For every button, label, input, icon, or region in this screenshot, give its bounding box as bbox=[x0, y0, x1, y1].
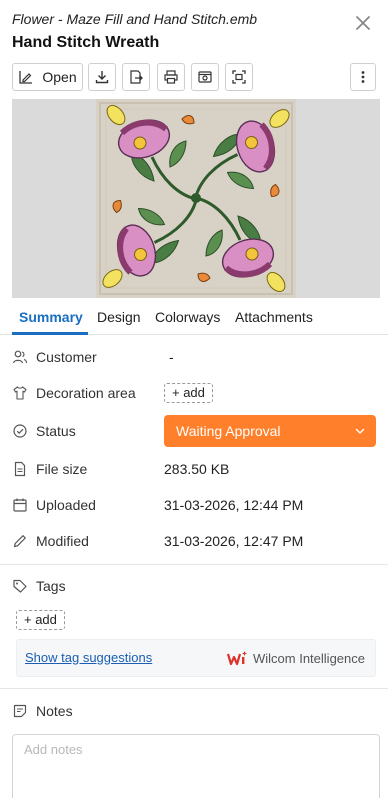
add-tag-button[interactable]: + add bbox=[16, 610, 65, 630]
print-button[interactable] bbox=[157, 63, 185, 91]
more-vertical-icon bbox=[361, 71, 365, 83]
status-check-icon bbox=[13, 424, 27, 438]
tab-bar: Summary Design Colorways Attachments bbox=[0, 299, 388, 335]
wilcom-intelligence-text: Wilcom Intelligence bbox=[253, 650, 365, 666]
download-icon bbox=[95, 71, 109, 84]
status-row: Status Waiting Approval bbox=[12, 415, 376, 447]
preview-icon bbox=[198, 71, 212, 83]
edit-design-icon bbox=[19, 71, 33, 84]
decoration-area-label: Decoration area bbox=[36, 385, 136, 401]
shirt-icon bbox=[13, 386, 27, 400]
customer-row: Customer - bbox=[12, 341, 376, 373]
divider bbox=[0, 564, 388, 565]
uploaded-value: 31-03-2026, 12:44 PM bbox=[164, 497, 304, 513]
customer-value[interactable]: - bbox=[169, 341, 174, 373]
show-tag-suggestions-link[interactable]: Show tag suggestions bbox=[25, 640, 152, 676]
fit-view-button[interactable] bbox=[225, 63, 253, 91]
decoration-area-row: Decoration area + add bbox=[12, 377, 376, 409]
uploaded-label: Uploaded bbox=[36, 497, 96, 513]
tab-summary[interactable]: Summary bbox=[19, 299, 83, 335]
calendar-icon bbox=[13, 498, 27, 512]
toolbar: Open bbox=[12, 63, 376, 91]
export-button[interactable] bbox=[122, 63, 150, 91]
export-icon bbox=[130, 70, 143, 84]
active-tab-indicator bbox=[12, 332, 88, 335]
status-value: Waiting Approval bbox=[176, 423, 281, 439]
more-options-button[interactable] bbox=[350, 63, 376, 91]
file-icon bbox=[14, 461, 26, 477]
print-icon bbox=[164, 70, 178, 84]
design-title: Hand Stitch Wreath bbox=[12, 34, 160, 51]
notes-title: Notes bbox=[36, 703, 73, 719]
wilcom-intelligence-logo: Wilcom Intelligence bbox=[227, 640, 365, 676]
notes-input[interactable] bbox=[12, 734, 380, 798]
fit-view-icon bbox=[232, 70, 246, 84]
notes-icon bbox=[13, 704, 27, 718]
notes-header: Notes bbox=[12, 701, 212, 721]
customer-icon bbox=[12, 350, 28, 364]
modified-row: Modified 31-03-2026, 12:47 PM bbox=[12, 525, 376, 557]
file-size-label: File size bbox=[36, 461, 88, 477]
chevron-down-icon bbox=[355, 428, 365, 434]
pencil-icon bbox=[13, 535, 26, 548]
file-size-row: File size 283.50 KB bbox=[12, 453, 376, 485]
tag-suggestions-panel: Show tag suggestions Wilcom Intelligence bbox=[16, 639, 376, 677]
embroidery-wreath-image bbox=[96, 99, 296, 298]
status-label: Status bbox=[36, 423, 76, 439]
modified-label: Modified bbox=[36, 533, 89, 549]
file-size-value: 283.50 KB bbox=[164, 461, 230, 477]
header: Flower - Maze Fill and Hand Stitch.emb H… bbox=[12, 10, 376, 56]
tags-title: Tags bbox=[36, 578, 66, 594]
tab-colorways[interactable]: Colorways bbox=[155, 299, 220, 335]
download-button[interactable] bbox=[88, 63, 116, 91]
customer-label: Customer bbox=[36, 349, 97, 365]
close-icon[interactable] bbox=[354, 14, 372, 32]
tab-design[interactable]: Design bbox=[97, 299, 141, 335]
wilcom-logo-icon bbox=[227, 651, 247, 666]
uploaded-row: Uploaded 31-03-2026, 12:44 PM bbox=[12, 489, 376, 521]
modified-value: 31-03-2026, 12:47 PM bbox=[164, 533, 304, 549]
tags-header: Tags bbox=[12, 576, 212, 596]
tab-attachments[interactable]: Attachments bbox=[235, 299, 313, 335]
tag-icon bbox=[13, 579, 27, 593]
divider bbox=[0, 688, 388, 689]
preview-button[interactable] bbox=[191, 63, 219, 91]
open-button[interactable]: Open bbox=[12, 63, 83, 91]
design-preview[interactable] bbox=[12, 99, 380, 298]
status-dropdown[interactable]: Waiting Approval bbox=[164, 415, 376, 447]
file-name: Flower - Maze Fill and Hand Stitch.emb bbox=[12, 11, 258, 27]
add-decoration-area-button[interactable]: + add bbox=[164, 383, 213, 403]
open-label: Open bbox=[42, 69, 77, 85]
